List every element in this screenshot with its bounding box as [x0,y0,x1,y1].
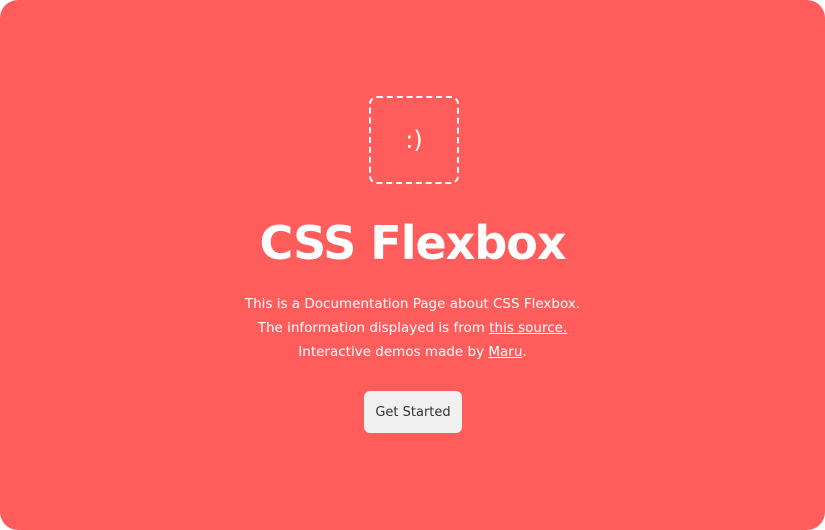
source-prefix-text: The information displayed is from [257,320,490,336]
get-started-button[interactable]: Get Started [364,391,462,433]
description-line-2: The information displayed is from this s… [0,316,825,340]
description-line-1: This is a Documentation Page about CSS F… [244,296,581,312]
author-link[interactable]: Maru [488,344,522,360]
author-prefix-text: Interactive demos made by [298,344,489,360]
hero-description: This is a Documentation Page about CSS F… [0,292,825,364]
page-title: CSS Flexbox [259,216,566,270]
source-link[interactable]: this source. [489,320,567,336]
author-suffix-text: . [522,344,527,360]
smiley-logo: :) [369,96,459,184]
smiley-icon: :) [405,126,423,154]
hero-card: :) CSS Flexbox This is a Documentation P… [0,0,825,530]
description-line-3: Interactive demos made by Maru. [0,340,825,364]
